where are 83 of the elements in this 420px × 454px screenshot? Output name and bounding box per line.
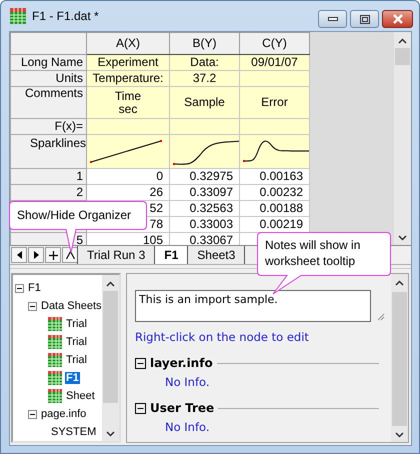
row-label: Units <box>10 70 86 86</box>
scroll-thumb[interactable] <box>395 48 410 65</box>
right-triangle-icon <box>34 251 38 259</box>
window-title: F1 - F1.dat * <box>32 9 99 23</box>
column-header[interactable]: B(Y) <box>170 32 240 54</box>
collapse-icon[interactable] <box>135 358 146 368</box>
table-cell: 0.00188 <box>240 200 310 216</box>
scroll-down-icon[interactable] <box>395 432 404 438</box>
next-sheet-button[interactable] <box>28 247 44 263</box>
scroll-up-icon[interactable] <box>398 38 407 44</box>
tree-item[interactable]: Trial <box>65 336 88 348</box>
sheet-tab[interactable]: F1 <box>154 246 188 264</box>
worksheet-icon <box>48 317 62 331</box>
section-title: layer.info <box>150 356 213 370</box>
hint-text: Right-click on the node to edit <box>135 330 310 344</box>
caret-up-icon <box>66 251 74 259</box>
worksheet-icon <box>48 335 62 349</box>
maximize-icon <box>360 14 370 24</box>
tree-item[interactable]: page.info <box>40 408 88 420</box>
row-label: F(x)= <box>10 118 86 134</box>
resize-grip-icon[interactable] <box>377 313 385 321</box>
row-number: 2 <box>10 184 86 200</box>
maximize-button[interactable] <box>350 10 379 28</box>
table-cell: Error <box>240 86 310 118</box>
table-cell: Time sec <box>86 86 170 118</box>
worksheet-icon <box>48 353 62 367</box>
worksheet-icon <box>48 389 62 403</box>
tree-item[interactable]: Trial <box>65 318 88 330</box>
notes-text: This is an import sample. <box>139 293 278 306</box>
scroll-thumb[interactable] <box>103 291 118 403</box>
worksheet-icon <box>48 371 62 385</box>
left-triangle-icon <box>16 251 22 259</box>
scroll-down-icon[interactable] <box>398 235 407 241</box>
worksheet-icon <box>10 8 26 24</box>
table-cell: 09/01/07 <box>240 54 310 70</box>
table-cell: 0.33003 <box>170 216 240 232</box>
close-button[interactable] <box>382 10 413 28</box>
sheet-tab[interactable]: Sheet3 <box>187 246 246 264</box>
table-cell: 0 <box>86 168 170 184</box>
column-header[interactable]: C(Y) <box>240 32 310 54</box>
add-sheet-button[interactable] <box>45 247 61 263</box>
vertical-scrollbar[interactable] <box>391 274 408 442</box>
row-label: Sparklines <box>10 134 86 168</box>
collapse-icon[interactable] <box>28 410 37 418</box>
column-header[interactable]: A(X) <box>86 32 170 54</box>
vertical-scrollbar[interactable] <box>102 275 119 441</box>
sheet-tab[interactable]: Trial Run 3 <box>77 246 156 264</box>
tree-item[interactable]: F1 <box>27 282 42 294</box>
minimize-icon <box>328 17 338 21</box>
table-cell: 37.2 <box>170 70 240 86</box>
collapse-icon[interactable] <box>15 284 24 292</box>
vertical-scrollbar[interactable] <box>394 32 411 245</box>
minimize-button[interactable] <box>318 10 347 28</box>
table-cell: 0.00232 <box>240 184 310 200</box>
collapse-icon[interactable] <box>135 402 146 414</box>
scroll-up-icon[interactable] <box>106 281 115 287</box>
table-cell: Data: <box>170 54 240 70</box>
section-text: No Info. <box>164 375 211 389</box>
scroll-down-icon[interactable] <box>106 431 115 437</box>
tree-item[interactable]: F1 <box>65 372 80 384</box>
tree-item[interactable]: Sheet <box>65 390 96 402</box>
table-cell: Temperature: <box>86 70 170 86</box>
tree-item[interactable]: Data Sheets <box>40 300 102 312</box>
previous-sheet-button[interactable] <box>11 247 27 263</box>
plus-icon <box>48 250 58 260</box>
table-cell: 0.33097 <box>170 184 240 200</box>
table-cell: 0.00163 <box>240 168 310 184</box>
section-text: No Info. <box>164 420 211 434</box>
row-number: 1 <box>10 168 86 184</box>
close-icon <box>392 14 404 24</box>
table-cell: 0.32975 <box>170 168 240 184</box>
collapse-icon[interactable] <box>28 302 37 310</box>
table-cell: Sample <box>170 86 240 118</box>
tooltip: Notes will show in worksheet tooltip <box>257 232 391 295</box>
row-label: Long Name <box>10 54 86 70</box>
table-cell: Experiment <box>86 54 170 70</box>
scroll-up-icon[interactable] <box>395 280 404 286</box>
tree-item[interactable]: Trial <box>65 354 88 366</box>
tree-item[interactable]: SYSTEM <box>50 426 98 438</box>
table-cell: 0.32563 <box>170 200 240 216</box>
scroll-thumb[interactable] <box>392 292 407 426</box>
section-title: User Tree <box>150 401 214 415</box>
row-label: Comments <box>10 86 86 118</box>
